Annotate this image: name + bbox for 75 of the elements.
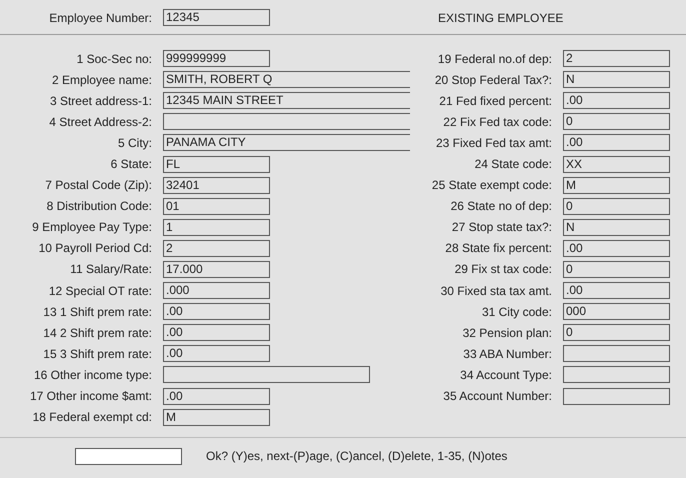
input-field[interactable]: .00 [163,345,270,362]
field-label: 31 City code: [480,304,552,321]
input-field[interactable] [563,345,670,362]
field-label: 6 State: [110,156,152,174]
input-field[interactable] [163,113,410,130]
field-label: 35 Account Number: [442,388,552,406]
field-label: 33 ABA Number: [462,346,552,363]
field-label: 26 State no of dep: [450,198,552,216]
field-label: Employee Number: [48,10,152,26]
input-field[interactable]: .00 [563,240,670,257]
field-label: 20 Stop Federal Tax?: [434,72,552,89]
field-label: 13 1 Shift prem rate: [42,304,152,321]
field-label: 12 Special OT rate: [48,282,152,300]
input-field[interactable]: 2 [563,50,670,68]
field-label: 2 Employee name: [50,72,152,89]
field-label: 23 Fixed Fed tax amt: [434,134,552,152]
input-field[interactable] [563,366,670,384]
input-field[interactable]: FL [163,156,270,173]
field-label: 3 Street address-1: [48,92,152,110]
field-label: 22 Fix Fed tax code: [442,114,552,131]
input-field[interactable]: 1 [163,218,270,236]
input-field[interactable]: 0 [563,260,670,278]
input-field[interactable]: N [563,71,670,88]
input-field[interactable]: 17.000 [163,260,270,278]
input-field[interactable]: 32401 [163,176,270,194]
input-field[interactable] [563,388,670,405]
input-field[interactable]: N [563,218,670,236]
input-field[interactable]: 999999999 [163,50,270,68]
input-field[interactable]: 0 [563,198,670,215]
command-input[interactable] [75,448,182,464]
field-label: 5 City: [116,134,152,152]
input-field[interactable]: M [163,408,270,426]
input-field[interactable]: .00 [563,134,670,152]
field-label: 15 3 Shift prem rate: [42,346,152,363]
field-label: 9 Employee Pay Type: [31,219,152,236]
input-field[interactable]: .00 [163,388,270,405]
input-field[interactable]: .000 [163,282,270,300]
input-field[interactable]: 0 [563,113,670,130]
field-label: 14 2 Shift prem rate: [42,324,152,342]
field-label: 27 Stop state tax?: [450,219,552,236]
field-label: 29 Fix st tax code: [454,261,552,278]
field-label: 28 State fix percent: [444,240,552,258]
input-field[interactable]: SMITH, ROBERT Q [163,71,410,88]
input-field[interactable]: 000 [563,303,670,320]
input-field[interactable]: PANAMA CITY [163,134,410,152]
input-field[interactable]: .00 [163,324,270,342]
field-label: 21 Fed fixed percent: [438,92,552,110]
field-label: 8 Distribution Code: [46,198,152,216]
field-label: 11 Salary/Rate: [69,261,152,278]
field-label: 1 Soc-Sec no: [76,50,152,68]
field-label: 30 Fixed sta tax amt. [440,282,552,300]
input-field[interactable]: 0 [563,324,670,342]
input-field[interactable]: M [563,176,670,194]
field-label: 10 Payroll Period Cd: [38,240,152,258]
status-title: EXISTING EMPLOYEE [438,10,564,26]
input-field[interactable]: XX [563,156,670,173]
field-label: 32 Pension plan: [462,324,552,342]
input-field[interactable]: 01 [163,198,270,215]
input-field[interactable]: .00 [563,282,670,300]
input-field[interactable]: 2 [163,240,270,257]
input-field[interactable] [163,366,370,384]
field-label: 34 Account Type: [459,366,552,384]
input-field[interactable]: 12345 MAIN STREET [163,92,410,110]
input-field[interactable]: .00 [163,303,270,320]
input-field[interactable]: .00 [563,92,670,110]
field-label: 4 Street Address-2: [48,114,152,131]
field-label: 16 Other income type: [32,366,152,384]
field-label: 25 State exempt code: [430,177,552,194]
field-label: 19 Federal no.of dep: [436,50,552,68]
field-label: 18 Federal exempt cd: [32,409,152,426]
field-label: 24 State code: [474,156,552,174]
field-label: 7 Postal Code (Zip): [44,177,152,194]
prompt-text: Ok? (Y)es, next-(P)age, (C)ancel, (D)elete, 1-35, (N)otes [206,448,508,465]
input-field[interactable]: 12345 [163,9,270,26]
field-label: 17 Other income $amt: [28,388,152,406]
